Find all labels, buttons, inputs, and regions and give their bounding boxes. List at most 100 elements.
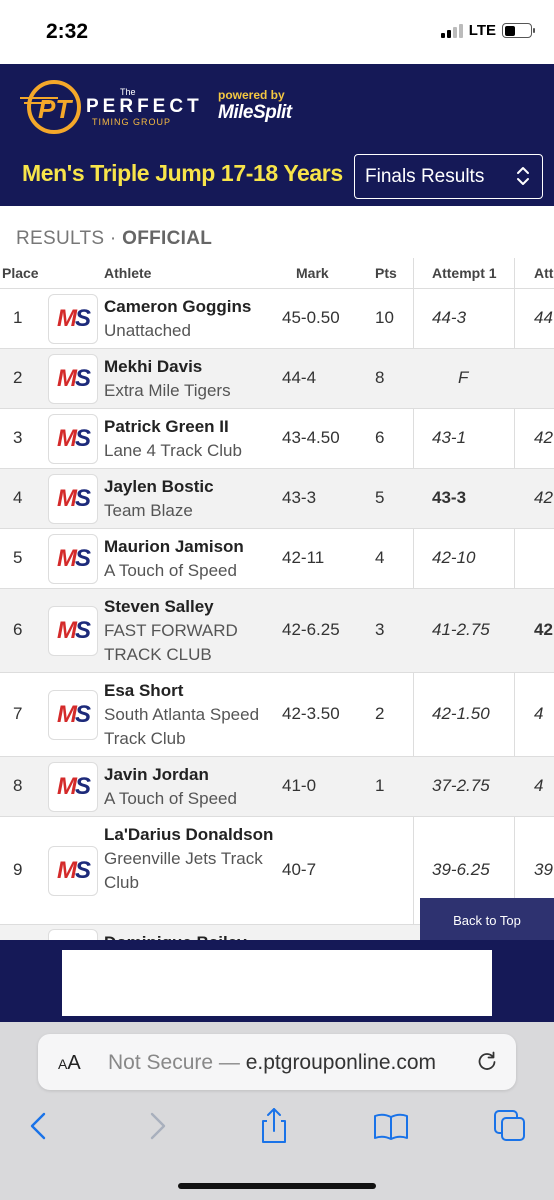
- milesplit-profile-icon[interactable]: MS: [48, 762, 98, 812]
- athlete-name[interactable]: Patrick Green II: [104, 415, 274, 439]
- pts-cell: 10: [375, 308, 394, 327]
- attempt2-cell: 42: [534, 488, 553, 507]
- athlete-team: Lane 4 Track Club: [104, 441, 242, 460]
- mark-cell: 42-3.50: [282, 704, 340, 723]
- logo-timing: TIMING GROUP: [92, 117, 171, 127]
- milesplit-profile-icon[interactable]: MS: [48, 534, 98, 584]
- athlete-name[interactable]: La'Darius Donaldson: [104, 823, 274, 847]
- results-official: OFFICIAL: [122, 228, 213, 249]
- place-cell: 7: [13, 704, 23, 723]
- athlete-cell[interactable]: Esa Short South Atlanta Speed Track Club: [104, 679, 274, 751]
- place-cell: 3: [13, 428, 23, 447]
- status-bar: 2:32 LTE: [0, 0, 554, 64]
- results-status: RESULTS · OFFICIAL: [16, 228, 212, 250]
- milesplit-profile-icon[interactable]: MS: [48, 846, 98, 896]
- athlete-cell[interactable]: Mekhi Davis Extra Mile Tigers: [104, 355, 274, 403]
- place-cell: 5: [13, 548, 23, 567]
- table-row[interactable]: 4 M S Jaylen Bostic Team Blaze 43-3 5 43-3 42: [0, 468, 554, 528]
- col-place[interactable]: Place: [2, 265, 39, 281]
- pts-cell: 5: [375, 488, 385, 507]
- bookmarks-icon[interactable]: [371, 1106, 411, 1146]
- col-mark[interactable]: Mark: [296, 265, 329, 281]
- site-header: PT The PERFECT TIMING GROUP powered by M…: [0, 64, 554, 206]
- attempt1-cell: 43-3: [432, 488, 467, 507]
- attempt1-cell: 42-1.50: [432, 704, 490, 723]
- athlete-team: A Touch of Speed: [104, 789, 237, 808]
- athlete-team: South Atlanta Speed Track Club: [104, 705, 260, 748]
- back-to-top-button[interactable]: Back to Top: [420, 898, 554, 942]
- athlete-cell[interactable]: Jaylen Bostic Team Blaze: [104, 475, 274, 523]
- reader-options-button[interactable]: AA: [58, 1052, 81, 1075]
- table-row[interactable]: 1 M S Cameron Goggins Unattached 45-0.50 10 44-…: [0, 288, 554, 348]
- home-indicator[interactable]: [178, 1183, 376, 1189]
- mark-cell: 40-7: [282, 860, 317, 879]
- milesplit-profile-icon[interactable]: MS: [48, 294, 98, 344]
- attempt1-cell: 41-2.75: [432, 620, 490, 639]
- table-row[interactable]: 3 M S Patrick Green II Lane 4 Track Club 43-4…: [0, 408, 554, 468]
- attempt2-cell: 42: [534, 620, 553, 639]
- athlete-name[interactable]: Steven Salley: [104, 595, 274, 619]
- chevron-updown-icon: [517, 167, 529, 185]
- mark-cell: 43-4.50: [282, 428, 340, 447]
- athlete-team: Team Blaze: [104, 501, 193, 520]
- col-pts[interactable]: Pts: [375, 265, 397, 281]
- pt-logo-icon: PT: [20, 80, 81, 134]
- attempt1-cell: F: [458, 368, 469, 387]
- powered-by-milesplit[interactable]: powered by MileSplit: [218, 88, 292, 124]
- mark-cell: 45-0.50: [282, 308, 340, 327]
- athlete-name[interactable]: Mekhi Davis: [104, 355, 274, 379]
- mark-cell: 43-3: [282, 488, 317, 507]
- athlete-team: A Touch of Speed: [104, 561, 237, 580]
- milesplit-profile-icon[interactable]: MS: [48, 354, 98, 404]
- col-attempt2[interactable]: Att: [534, 265, 553, 281]
- browser-chrome: AA Not Secure — e.ptgrouponline.com: [0, 1022, 554, 1200]
- results-table: Place Athlete Mark Pts Attempt 1 Att 1 MS…: [0, 258, 554, 944]
- results-separator: ·: [109, 228, 117, 249]
- milesplit-profile-icon[interactable]: MS: [48, 414, 98, 464]
- table-row[interactable]: 7 M S Esa Short South Atlanta Speed Track Cl…: [0, 672, 554, 756]
- attempt2-cell: 4: [534, 704, 544, 723]
- athlete-cell[interactable]: Maurion Jamison A Touch of Speed: [104, 535, 274, 583]
- athlete-name[interactable]: Jaylen Bostic: [104, 475, 274, 499]
- table-row[interactable]: 6 M S Steven Salley FAST FORWARD TRACK CLUB 4…: [0, 588, 554, 672]
- mark-cell: 44-4: [282, 368, 317, 387]
- athlete-cell[interactable]: Steven Salley FAST FORWARD TRACK CLUB: [104, 595, 274, 667]
- event-title: Men's Triple Jump 17-18 Years: [22, 160, 343, 186]
- table-row[interactable]: 2 M S Mekhi Davis Extra Mile Tigers 44-4 8 F: [0, 348, 554, 408]
- address-bar[interactable]: AA Not Secure — e.ptgrouponline.com: [38, 1034, 516, 1090]
- share-icon[interactable]: [254, 1106, 294, 1146]
- athlete-cell[interactable]: La'Darius Donaldson Greenville Jets Track…: [104, 823, 274, 895]
- back-icon[interactable]: [18, 1106, 58, 1146]
- athlete-name[interactable]: Javin Jordan: [104, 763, 274, 787]
- milesplit-profile-icon[interactable]: MS: [48, 474, 98, 524]
- place-cell: 2: [13, 368, 23, 387]
- attempt2-cell: 42: [534, 428, 553, 447]
- athlete-cell[interactable]: Patrick Green II Lane 4 Track Club: [104, 415, 274, 463]
- ad-placeholder[interactable]: [62, 950, 492, 1016]
- athlete-cell[interactable]: Javin Jordan A Touch of Speed: [104, 763, 274, 811]
- athlete-name[interactable]: Esa Short: [104, 679, 274, 703]
- athlete-name[interactable]: Maurion Jamison: [104, 535, 274, 559]
- col-attempt1[interactable]: Attempt 1: [432, 265, 497, 281]
- table-row[interactable]: 5 M S Maurion Jamison A Touch of Speed 42-11 4…: [0, 528, 554, 588]
- browser-toolbar: [0, 1106, 554, 1156]
- reload-icon[interactable]: [476, 1050, 498, 1072]
- pts-cell: 8: [375, 368, 385, 387]
- table-row[interactable]: 8 M S Javin Jordan A Touch of Speed 41-0 1 37-2…: [0, 756, 554, 816]
- athlete-cell[interactable]: Cameron Goggins Unattached: [104, 295, 274, 343]
- pts-cell: 1: [375, 776, 385, 795]
- ad-band: [0, 940, 554, 1022]
- milesplit-profile-icon[interactable]: MS: [48, 690, 98, 740]
- ptg-logo[interactable]: PT The PERFECT TIMING GROUP: [18, 78, 203, 136]
- forward-icon[interactable]: [138, 1106, 178, 1146]
- milesplit-logo: MileSplit: [218, 102, 292, 123]
- pts-cell: 2: [375, 704, 385, 723]
- tabs-icon[interactable]: [490, 1106, 530, 1146]
- athlete-name[interactable]: Cameron Goggins: [104, 295, 274, 319]
- milesplit-profile-icon[interactable]: MS: [48, 606, 98, 656]
- col-athlete[interactable]: Athlete: [104, 265, 151, 281]
- mark-cell: 42-11: [282, 548, 325, 567]
- attempt1-cell: 37-2.75: [432, 776, 490, 795]
- select-value: Finals Results: [365, 166, 485, 187]
- results-type-select[interactable]: Finals Results: [354, 154, 543, 199]
